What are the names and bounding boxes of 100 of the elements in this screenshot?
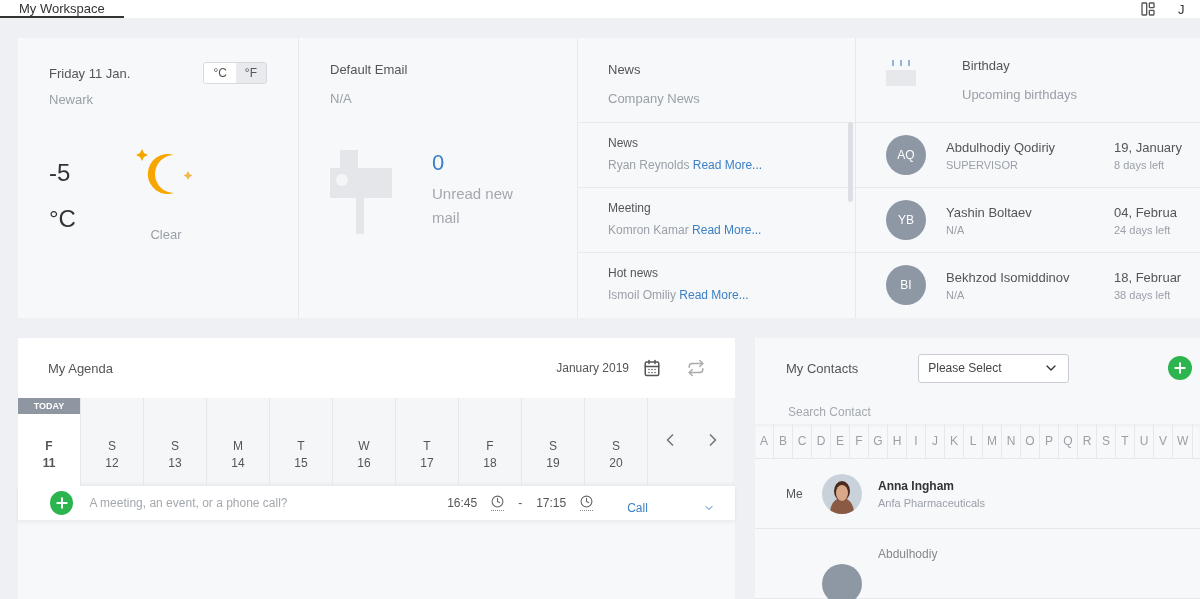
contact-company: Anfa Pharmaceuticals: [878, 496, 985, 509]
weekday: F: [44, 438, 54, 455]
me-label: Me: [786, 486, 804, 501]
day-number: 15: [294, 455, 308, 472]
unit-button[interactable]: °C: [204, 63, 236, 83]
letter-filter[interactable]: P: [1040, 424, 1059, 458]
search-field[interactable]: Search Contact: [786, 404, 986, 420]
contacts-title: My Contacts: [786, 360, 859, 376]
news-subtitle: Company News: [608, 91, 701, 106]
person-name: Bekhzod Isomiddinov: [946, 269, 1071, 285]
city-name: Newark: [49, 92, 95, 107]
email-title: Default Email: [330, 62, 409, 77]
start-time: 16:45: [447, 496, 478, 510]
unit-button[interactable]: °F: [235, 63, 266, 83]
event-input[interactable]: A meeting, an event, or a phone call?: [87, 495, 420, 511]
letter-filter[interactable]: V: [1154, 424, 1173, 458]
letter-filter[interactable]: J: [926, 424, 945, 458]
contact-name[interactable]: Anna Ingham: [878, 478, 985, 493]
days-left: 38 days left: [1114, 288, 1172, 301]
temperature: -5: [49, 158, 72, 188]
user-initial[interactable]: J: [1178, 1, 1185, 17]
letter-filter[interactable]: D: [812, 424, 831, 458]
day-number: 19: [546, 455, 560, 472]
weekday: T: [422, 438, 432, 455]
repeat-icon[interactable]: [687, 359, 705, 377]
clock-icon[interactable]: [491, 495, 505, 511]
weekday: W: [357, 438, 371, 455]
read-more-link[interactable]: Read More...: [679, 288, 749, 302]
person-name: Abdulhodiy Qodiriy: [946, 139, 1057, 155]
agenda-month: January 2019: [556, 361, 629, 375]
read-more-link[interactable]: Read More...: [692, 223, 762, 237]
letter-filter[interactable]: I: [907, 424, 926, 458]
letter-filter[interactable]: A: [755, 424, 774, 458]
birthday-subtitle: Upcoming birthdays: [962, 87, 1077, 102]
today-label: TODAY: [18, 398, 80, 414]
news-item-title: Hot news: [608, 266, 660, 280]
avatar: [822, 563, 862, 599]
letter-filter[interactable]: W: [1173, 424, 1194, 458]
plus-icon: [53, 495, 70, 511]
cake-icon: [886, 58, 916, 86]
letter-filter[interactable]: C: [793, 424, 812, 458]
letter-filter[interactable]: K: [945, 424, 964, 458]
event-type-select[interactable]: Call: [627, 501, 715, 515]
letter-filter[interactable]: S: [1097, 424, 1116, 458]
contact-filter-select[interactable]: Please Select: [918, 353, 1070, 383]
letter-filter[interactable]: Q: [1059, 424, 1078, 458]
day-column[interactable]: TODAY F 11: [18, 398, 81, 486]
weekday: S: [611, 438, 621, 455]
plus-icon: [1172, 360, 1188, 376]
weekday: S: [107, 438, 117, 455]
birthday-title: Birthday: [962, 58, 1011, 73]
person-role: SUPERVISOR: [946, 158, 1019, 171]
workspace-tab[interactable]: My Workspace: [0, 0, 124, 18]
add-event-button[interactable]: [50, 491, 74, 515]
day-number: 14: [231, 455, 245, 472]
read-more-link[interactable]: Read More...: [692, 158, 763, 172]
layout-icon[interactable]: [1140, 1, 1156, 17]
letter-filter[interactable]: G: [869, 424, 888, 458]
letter-filter[interactable]: R: [1078, 424, 1097, 458]
day-number: 12: [105, 455, 119, 472]
weekday: M: [232, 438, 244, 455]
scrollbar[interactable]: [848, 122, 853, 202]
time-separator: -: [518, 496, 523, 510]
day-number: 17: [420, 455, 434, 472]
weather-condition: Clear: [150, 227, 182, 242]
weekday: S: [170, 438, 180, 455]
add-contact-button[interactable]: [1168, 356, 1192, 380]
weekday: T: [296, 438, 306, 455]
news-item-title: News: [608, 136, 639, 150]
clock-icon[interactable]: [580, 495, 594, 511]
letter-filter[interactable]: H: [888, 424, 907, 458]
weekday: F: [485, 438, 495, 455]
letter-filter[interactable]: B: [774, 424, 793, 458]
avatar: AQ: [886, 135, 926, 175]
contact-name[interactable]: Abdulhodiy: [878, 547, 938, 561]
news-item-title: Meeting: [608, 201, 652, 215]
letter-filter[interactable]: M: [983, 424, 1002, 458]
letter-filter[interactable]: U: [1135, 424, 1154, 458]
day-number: 16: [357, 455, 371, 472]
letter-filter[interactable]: L: [964, 424, 983, 458]
temperature-unit: °C: [49, 204, 76, 234]
avatar: YB: [886, 200, 926, 240]
weekday: S: [548, 438, 558, 455]
avatar: BI: [886, 265, 926, 305]
birthday-date: 19, January: [1114, 139, 1183, 155]
day-number: 13: [168, 455, 182, 472]
agenda-title: My Agenda: [48, 360, 114, 376]
birthday-date: 04, Februa: [1114, 204, 1178, 220]
unread-count: 0: [432, 150, 446, 176]
weather-date: Friday 11 Jan.: [49, 65, 131, 81]
letter-filter[interactable]: N: [1002, 424, 1021, 458]
birthday-date: 18, Februar: [1114, 269, 1183, 285]
news-item-author: Ryan Reynolds Read More...: [608, 158, 764, 172]
letter-filter[interactable]: T: [1116, 424, 1135, 458]
email-account: N/A: [330, 91, 353, 106]
letter-filter[interactable]: E: [831, 424, 850, 458]
letter-filter[interactable]: F: [850, 424, 869, 458]
calendar-icon[interactable]: [643, 359, 661, 377]
person-name: Yashin Boltaev: [946, 204, 1033, 220]
letter-filter[interactable]: O: [1021, 424, 1040, 458]
